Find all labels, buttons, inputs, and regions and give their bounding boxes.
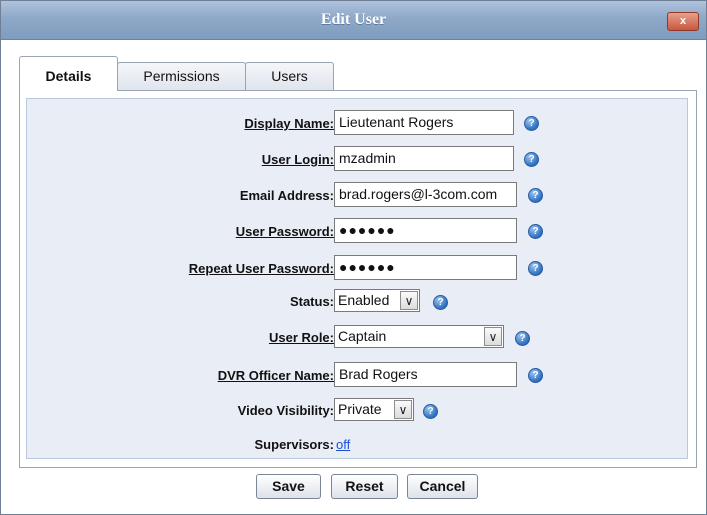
status-selected-value: Enabled: [338, 292, 390, 308]
chevron-down-icon[interactable]: ∨: [484, 327, 502, 346]
display-name-field[interactable]: Lieutenant Rogers: [334, 110, 514, 135]
video-visibility-selected-value: Private: [338, 401, 382, 417]
reset-button[interactable]: Reset: [331, 474, 398, 499]
dialog-title: Edit User: [320, 11, 387, 28]
user-password-help-icon[interactable]: ?: [528, 224, 543, 239]
chevron-down-icon[interactable]: ∨: [400, 291, 418, 310]
repeat-password-field[interactable]: ●●●●●●: [334, 255, 517, 280]
repeat-password-help-icon[interactable]: ?: [528, 261, 543, 276]
user-login-help-icon[interactable]: ?: [524, 152, 539, 167]
user-role-help-icon[interactable]: ?: [515, 331, 530, 346]
save-button[interactable]: Save: [256, 474, 321, 499]
user-role-selected-value: Captain: [338, 328, 387, 344]
user-password-field[interactable]: ●●●●●●: [334, 218, 517, 243]
title-bar[interactable]: Edit User x: [1, 1, 706, 40]
display-name-label[interactable]: Display Name:: [244, 116, 334, 131]
email-address-help-icon[interactable]: ?: [528, 188, 543, 203]
user-login-label[interactable]: User Login:: [262, 152, 334, 167]
email-address-label: Email Address:: [239, 188, 334, 203]
cancel-button[interactable]: Cancel: [407, 474, 478, 499]
user-role-label[interactable]: User Role:: [269, 330, 334, 345]
email-address-field[interactable]: brad.rogers@l-3com.com: [334, 182, 517, 207]
tab-users[interactable]: Users: [245, 62, 334, 90]
status-select[interactable]: Enabled ∨: [334, 289, 420, 312]
user-password-label[interactable]: User Password:: [236, 224, 334, 239]
status-help-icon[interactable]: ?: [433, 295, 448, 310]
chevron-down-icon[interactable]: ∨: [394, 400, 412, 419]
dvr-officer-name-field[interactable]: Brad Rogers: [334, 362, 517, 387]
dvr-officer-name-label[interactable]: DVR Officer Name:: [218, 368, 334, 383]
video-visibility-select[interactable]: Private ∨: [334, 398, 414, 421]
tab-details[interactable]: Details: [19, 56, 118, 91]
close-button[interactable]: x: [667, 12, 699, 31]
supervisors-label: Supervisors:: [254, 437, 334, 452]
supervisors-toggle-link[interactable]: off: [336, 437, 350, 452]
status-label: Status:: [289, 294, 334, 309]
dvr-officer-name-help-icon[interactable]: ?: [528, 368, 543, 383]
user-role-select[interactable]: Captain ∨: [334, 325, 504, 348]
user-login-field[interactable]: mzadmin: [334, 146, 514, 171]
repeat-password-label[interactable]: Repeat User Password:: [189, 261, 334, 276]
tab-permissions[interactable]: Permissions: [117, 62, 246, 90]
video-visibility-help-icon[interactable]: ?: [423, 404, 438, 419]
display-name-help-icon[interactable]: ?: [524, 116, 539, 131]
video-visibility-label: Video Visibility:: [237, 403, 334, 418]
